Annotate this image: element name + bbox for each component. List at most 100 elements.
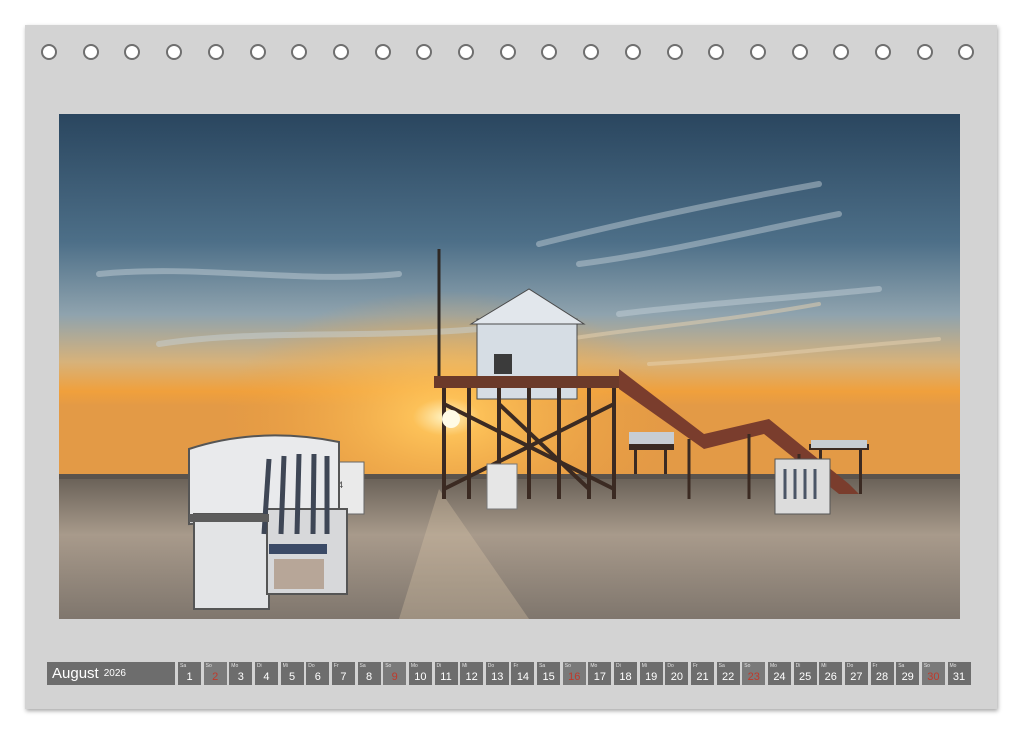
binding-hole [332, 44, 349, 60]
weekday-label: Mi [821, 663, 827, 669]
binding-hole [41, 44, 57, 60]
calendar-day-cell: Do 27 [844, 662, 868, 685]
calendar-day-cell: Di 25 [793, 662, 817, 685]
spiral-binding-holes [25, 25, 997, 85]
weekday-label: Di [795, 663, 801, 669]
weekday-label: Di [436, 663, 442, 669]
day-number: 21 [696, 671, 709, 683]
weekday-label: Fr [513, 663, 519, 669]
day-number: 16 [568, 671, 581, 683]
month-name: August [52, 665, 99, 682]
day-number: 1 [186, 671, 193, 683]
binding-hole [666, 44, 683, 60]
day-number: 5 [289, 671, 296, 683]
binding-hole [916, 44, 933, 60]
calendar-day-cell: Do 6 [306, 662, 330, 685]
day-number: 26 [824, 671, 837, 683]
weekday-label: Sa [539, 663, 546, 669]
calendar-day-cell: Mo 31 [947, 662, 971, 685]
binding-hole [458, 44, 474, 60]
binding-hole [166, 44, 183, 60]
weekday-label: Fr [693, 663, 698, 669]
weekday-label: Do [487, 663, 495, 669]
binding-hole [207, 44, 224, 60]
weekday-label: Mo [949, 663, 957, 669]
month-label: August 2026 [47, 662, 175, 685]
calendar-day-cell: Fr 7 [331, 662, 355, 685]
weekday-label: Sa [898, 663, 905, 669]
day-number: 15 [542, 671, 555, 683]
binding-hole [791, 44, 808, 60]
weekday-label: Sa [718, 663, 725, 669]
calendar-day-cell: So 16 [562, 662, 586, 685]
calendar-day-cell: Mi 26 [819, 662, 843, 685]
calendar-day-cell: Do 20 [665, 662, 689, 685]
weekday-label: Fr [872, 663, 878, 669]
calendar-day-cell: Sa 1 [178, 662, 201, 685]
weekday-label: Mi [641, 663, 647, 669]
binding-hole [541, 44, 558, 60]
day-number: 10 [414, 671, 427, 683]
calendar-day-cell: So 2 [203, 662, 227, 685]
calendar-day-cell: Sa 29 [896, 662, 920, 685]
day-number: 8 [365, 671, 373, 683]
day-number: 29 [901, 671, 914, 683]
binding-hole [875, 44, 891, 60]
calendar-day-cell: So 30 [921, 662, 945, 685]
day-number: 12 [465, 671, 478, 683]
calendar-day-cell: Fr 14 [511, 662, 535, 685]
calendar-day-cell: Mo 17 [588, 662, 612, 685]
weekday-label: Mo [231, 663, 239, 669]
day-number: 7 [340, 671, 347, 683]
day-number: 4 [263, 671, 270, 683]
calendar-day-cell: So 23 [742, 662, 766, 685]
calendar-page: 54 [25, 25, 997, 709]
weekday-label: So [923, 663, 930, 669]
day-number: 17 [593, 671, 607, 683]
weekday-label: Do [308, 663, 315, 669]
weekday-label: Mo [410, 663, 418, 669]
weekday-label: Mo [769, 663, 777, 669]
day-number: 2 [212, 671, 219, 683]
weekday-label: Di [256, 663, 262, 669]
weekday-label: Mo [590, 663, 598, 669]
day-number: 23 [747, 671, 760, 683]
weekday-label: Fr [333, 663, 339, 669]
calendar-day-cell: Sa 15 [537, 662, 561, 685]
day-number: 24 [773, 671, 786, 683]
day-number: 13 [491, 671, 504, 683]
weekday-label: Sa [180, 663, 187, 669]
day-number: 11 [440, 671, 452, 683]
calendar-day-cell: Sa 8 [357, 662, 381, 685]
day-number: 25 [798, 671, 812, 683]
binding-hole [958, 44, 975, 60]
day-number: 19 [645, 671, 658, 683]
day-number: 18 [619, 671, 632, 683]
calendar-day-cell: Fr 21 [691, 662, 714, 685]
day-number: 20 [670, 671, 683, 683]
binding-hole [249, 44, 266, 60]
calendar-day-cell: Fr 28 [870, 662, 894, 685]
calendar-day-cell: Mi 12 [460, 662, 484, 685]
calendar-day-cell: Do 13 [485, 662, 509, 685]
binding-hole [374, 44, 391, 60]
month-year: 2026 [103, 668, 126, 679]
weekday-label: So [385, 663, 392, 669]
binding-hole [416, 44, 433, 60]
binding-hole [583, 44, 600, 60]
calendar-day-cell: Mo 24 [767, 662, 791, 685]
weekday-label: So [205, 663, 212, 669]
day-number: 3 [237, 671, 244, 683]
day-number: 6 [314, 671, 321, 683]
day-number: 31 [952, 671, 966, 683]
calendar-day-cell: Sa 22 [716, 662, 740, 685]
calendar-day-cell: So 9 [383, 662, 407, 685]
day-number: 22 [722, 671, 735, 683]
weekday-label: Mi [282, 663, 288, 669]
weekday-label: Do [667, 663, 674, 669]
day-number: 14 [516, 671, 530, 683]
weekday-label: Sa [359, 663, 366, 669]
day-number: 27 [850, 671, 863, 683]
photo: 54 [59, 114, 960, 619]
binding-hole [124, 44, 141, 60]
